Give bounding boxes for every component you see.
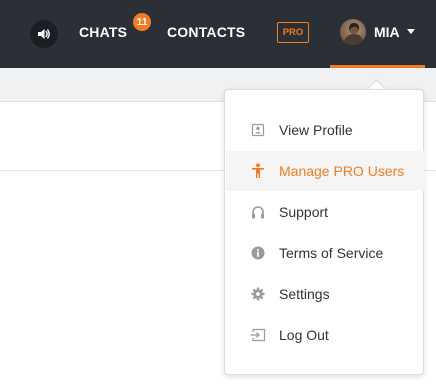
menu-item-label: Log Out [279, 327, 329, 343]
sound-toggle-button[interactable] [30, 20, 58, 48]
gear-icon [250, 286, 266, 302]
nav-chats-link[interactable]: CHATS [79, 24, 127, 40]
top-navigation-bar: CHATS 11 CONTACTS PRO MIA [0, 0, 436, 68]
pro-button[interactable]: PRO [277, 22, 309, 43]
menu-item-view-profile[interactable]: View Profile [226, 110, 424, 150]
menu-item-label: Support [279, 204, 329, 220]
menu-item-terms-of-service[interactable]: Terms of Service [226, 233, 424, 273]
menu-item-log-out[interactable]: Log Out [226, 315, 424, 355]
caret-down-icon[interactable] [407, 29, 415, 34]
user-name[interactable]: MIA [374, 24, 400, 40]
user-dropdown-menu: View Profile Manage PRO Users Support Te… [224, 89, 424, 375]
menu-item-label: Settings [279, 286, 330, 302]
nav-contacts-link[interactable]: CONTACTS [167, 24, 245, 40]
chats-unread-badge: 11 [133, 13, 151, 31]
menu-item-label: Manage PRO Users [279, 163, 405, 179]
info-icon [250, 245, 266, 261]
avatar[interactable] [340, 19, 366, 45]
person-icon [250, 163, 266, 179]
menu-item-label: Terms of Service [279, 245, 384, 261]
menu-item-manage-pro-users[interactable]: Manage PRO Users [226, 151, 424, 191]
logout-icon [250, 327, 266, 343]
menu-item-label: View Profile [279, 122, 353, 138]
menu-item-settings[interactable]: Settings [226, 274, 424, 314]
profile-card-icon [250, 122, 266, 138]
menu-item-support[interactable]: Support [226, 192, 424, 232]
speaker-icon [37, 27, 51, 41]
headset-icon [250, 204, 266, 220]
